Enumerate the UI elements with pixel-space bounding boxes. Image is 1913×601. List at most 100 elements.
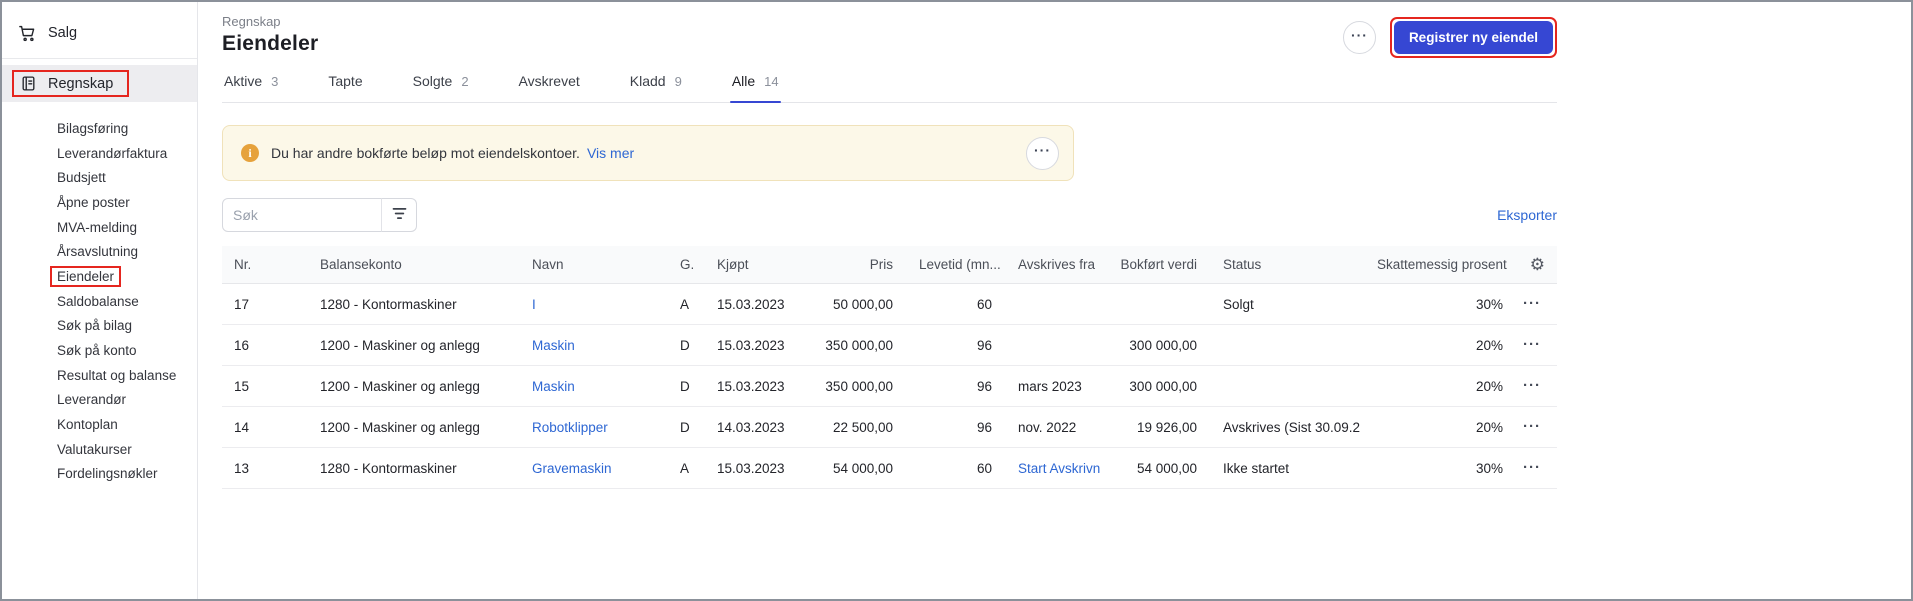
cell-gruppe: A <box>680 296 690 312</box>
register-asset-button[interactable]: Registrer ny eiendel <box>1393 21 1553 54</box>
cell-nr: 15 <box>234 378 250 394</box>
banner-more-button[interactable]: ··· <box>1026 136 1059 170</box>
cell-pris: 50 000,00 <box>832 296 893 312</box>
cart-icon <box>18 24 36 42</box>
cell-navn-link[interactable]: Maskin <box>532 338 680 353</box>
cell-nr: 17 <box>234 296 250 312</box>
table-row[interactable]: 13 1280 - Kontormaskiner Gravemaskin A 1… <box>222 448 1557 489</box>
sidebar-item-valutakurser[interactable]: Valutakurser <box>2 437 197 462</box>
sidebar-item-saldobalanse[interactable]: Saldobalanse <box>2 289 197 314</box>
row-actions-button[interactable]: ··· <box>1523 463 1545 473</box>
cell-nr: 13 <box>234 460 250 476</box>
cell-skattemessig-prosent: 20% <box>1475 378 1503 394</box>
cell-start-avskrivning-link[interactable]: Start Avskrivn <box>1018 461 1118 476</box>
cell-pris: 350 000,00 <box>825 378 893 394</box>
table-row[interactable]: 15 1200 - Maskiner og anlegg Maskin D 15… <box>222 366 1557 407</box>
cell-skattemessig-prosent: 20% <box>1475 337 1503 353</box>
main-content: Regnskap Eiendeler ··· Registrer ny eien… <box>198 2 1911 599</box>
cell-navn-link[interactable]: Gravemaskin <box>532 461 680 476</box>
cell-pris: 350 000,00 <box>825 337 893 353</box>
filter-button[interactable] <box>381 198 417 232</box>
cell-navn-link[interactable]: I <box>532 297 680 312</box>
sidebar-item-kontoplan[interactable]: Kontoplan <box>2 412 197 437</box>
row-actions-button[interactable]: ··· <box>1523 381 1545 391</box>
cell-navn-link[interactable]: Robotklipper <box>532 420 680 435</box>
tab-count: 14 <box>764 73 779 89</box>
cell-skattemessig-prosent: 30% <box>1475 296 1503 312</box>
cell-kjopt: 15.03.2023 <box>717 460 785 476</box>
cell-status: Solgt <box>1223 296 1254 312</box>
table-header-row: Nr. Balansekonto Navn G. Kjøpt Pris Leve… <box>222 246 1557 284</box>
sidebar-item-salg[interactable]: Salg <box>2 16 197 50</box>
row-actions-button[interactable]: ··· <box>1523 340 1545 350</box>
column-header-skattemessig-prosent: Skattemessig prosent <box>1377 257 1507 272</box>
tab-count: 2 <box>461 73 469 89</box>
page-title: Eiendeler <box>222 32 319 55</box>
breadcrumb[interactable]: Regnskap <box>222 14 318 29</box>
row-actions-button[interactable]: ··· <box>1523 422 1545 432</box>
sidebar-item-resultat-og-balanse[interactable]: Resultat og balanse <box>2 363 197 388</box>
banner-text: Du har andre bokførte beløp mot eiendels… <box>271 145 580 161</box>
cell-bokfort-verdi: 300 000,00 <box>1129 337 1197 353</box>
tab-avskrevet[interactable]: Avskrevet <box>517 73 582 102</box>
assets-table: Nr. Balansekonto Navn G. Kjøpt Pris Leve… <box>222 246 1557 489</box>
cell-status: Ikke startet <box>1223 460 1290 476</box>
cell-pris: 54 000,00 <box>832 460 893 476</box>
table-row[interactable]: 14 1200 - Maskiner og anlegg Robotklippe… <box>222 407 1557 448</box>
row-actions-button[interactable]: ··· <box>1523 299 1545 309</box>
sidebar-item-leverandorfaktura[interactable]: Leverandørfaktura <box>2 141 197 166</box>
cell-navn-link[interactable]: Maskin <box>532 379 680 394</box>
cell-levetid: 96 <box>976 419 992 435</box>
search-input[interactable] <box>222 198 382 232</box>
tab-label: Kladd <box>629 73 666 89</box>
tab-count: 9 <box>674 73 682 89</box>
cell-kjopt: 14.03.2023 <box>717 419 785 435</box>
table-toolbar: Eksporter <box>222 198 1557 232</box>
export-link[interactable]: Eksporter <box>1497 207 1557 223</box>
info-banner: i Du har andre bokførte beløp mot eiende… <box>222 125 1074 181</box>
tab-solgte[interactable]: Solgte 2 <box>411 73 471 102</box>
sidebar-item-regnskap[interactable]: Regnskap <box>2 65 197 102</box>
column-header-kjopt: Kjøpt <box>717 257 749 272</box>
sidebar-subnav: Bilagsføring Leverandørfaktura Budsjett … <box>2 116 197 486</box>
cell-gruppe: D <box>680 378 690 394</box>
column-header-pris: Pris <box>869 257 893 272</box>
annotation-register-button: Registrer ny eiendel <box>1389 17 1557 58</box>
cell-levetid: 96 <box>976 337 992 353</box>
sidebar-item-sok-pa-konto[interactable]: Søk på konto <box>2 338 197 363</box>
table-row[interactable]: 17 1280 - Kontormaskiner I A 15.03.2023 … <box>222 284 1557 325</box>
cell-balansekonto: 1280 - Kontormaskiner <box>320 460 457 476</box>
tab-alle[interactable]: Alle 14 <box>729 73 781 103</box>
sidebar-item-budsjett[interactable]: Budsjett <box>2 165 197 190</box>
tab-kladd[interactable]: Kladd 9 <box>628 73 684 102</box>
sidebar-item-eiendeler[interactable]: Eiendeler <box>2 264 197 289</box>
sidebar-item-bilagsforing[interactable]: Bilagsføring <box>2 116 197 141</box>
cell-gruppe: A <box>680 460 690 476</box>
tab-label: Alle <box>731 73 756 89</box>
sidebar-item-leverandor[interactable]: Leverandør <box>2 388 197 413</box>
sidebar-item-mva-melding[interactable]: MVA-melding <box>2 215 197 240</box>
vis-mer-link[interactable]: Vis mer <box>587 145 634 161</box>
sidebar-item-fordelingsnokler[interactable]: Fordelingsnøkler <box>2 462 197 487</box>
sidebar-item-arsavslutning[interactable]: Årsavslutning <box>2 239 197 264</box>
annotation-eiendeler: Eiendeler <box>50 265 122 287</box>
sidebar-item-sok-pa-bilag[interactable]: Søk på bilag <box>2 314 197 339</box>
tab-bar: Aktive 3 Tapte Solgte 2 Avskrevet Kladd 9 A… <box>222 73 1557 103</box>
cell-status: Avskrives (Sist 30.09.2 <box>1223 419 1361 435</box>
sidebar-item-label: Salg <box>48 25 78 41</box>
cell-nr: 14 <box>234 419 250 435</box>
cell-skattemessig-prosent: 30% <box>1475 460 1503 476</box>
column-header-gruppe: G. <box>680 257 695 272</box>
column-settings-gear-icon[interactable]: ⚙ <box>1530 255 1545 275</box>
tab-count: 3 <box>271 73 279 89</box>
table-row[interactable]: 16 1200 - Maskiner og anlegg Maskin D 15… <box>222 325 1557 366</box>
column-header-levetid: Levetid (mn... <box>919 257 1001 272</box>
column-header-navn: Navn <box>532 257 564 272</box>
tab-label: Aktive <box>224 73 263 89</box>
app-window: Salg Regnskap Bilagsføring Leverandørfak… <box>0 0 1913 601</box>
tab-tapte[interactable]: Tapte <box>326 73 364 102</box>
cell-balansekonto: 1200 - Maskiner og anlegg <box>320 337 480 353</box>
tab-aktive[interactable]: Aktive 3 <box>222 73 280 102</box>
sidebar-item-apne-poster[interactable]: Åpne poster <box>2 190 197 215</box>
page-more-actions-button[interactable]: ··· <box>1342 21 1376 54</box>
